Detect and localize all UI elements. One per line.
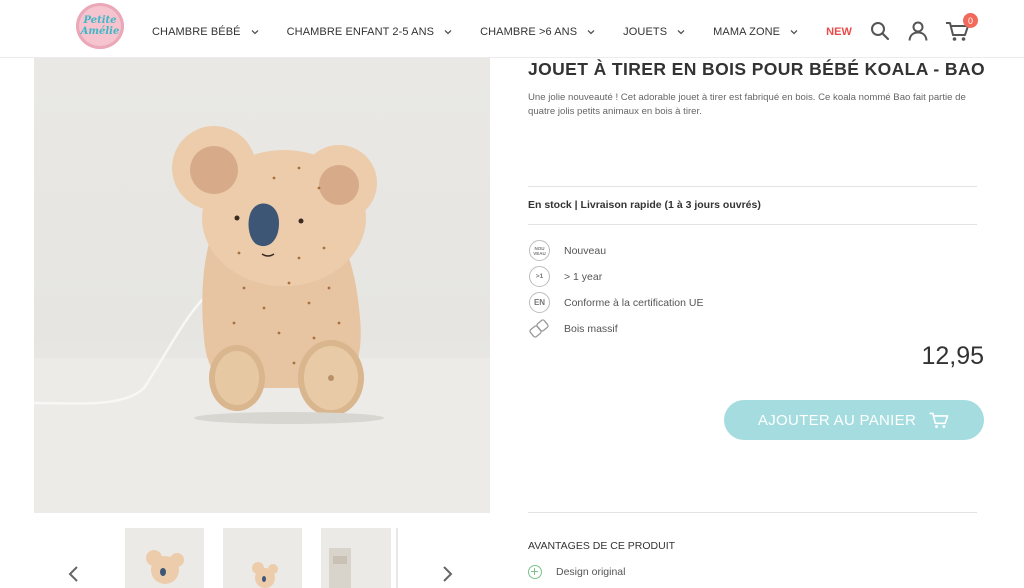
site-header: Petite Amélie CHAMBRE BÉBÉ CHAMBRE ENFAN… bbox=[0, 0, 1024, 58]
nav-item-new[interactable]: NEW bbox=[826, 26, 852, 38]
thumbnail-shelf-image bbox=[329, 548, 351, 588]
divider bbox=[528, 186, 977, 187]
account-icon[interactable] bbox=[907, 20, 929, 42]
chevron-down-icon bbox=[444, 30, 452, 35]
nav-item-chambre-6-ans[interactable]: CHAMBRE >6 ANS bbox=[480, 26, 596, 38]
cart-icon bbox=[929, 412, 949, 429]
nouveau-badge-icon: NOU VEAU bbox=[529, 240, 550, 261]
feature-label: Conforme à la certification UE bbox=[564, 296, 704, 309]
add-to-cart-label: AJOUTER AU PANIER bbox=[757, 411, 917, 429]
product-main-image[interactable] bbox=[34, 58, 490, 513]
feature-label: Nouveau bbox=[564, 244, 607, 257]
feature-label: > 1 year bbox=[564, 270, 603, 283]
stock-status: En stock | Livraison rapide (1 à 3 jours… bbox=[528, 199, 761, 211]
plus-circle-icon bbox=[528, 565, 542, 579]
product-description: Une jolie nouveauté ! Cet adorable jouet… bbox=[528, 92, 966, 117]
thumbnail-koala-image bbox=[252, 562, 278, 588]
feature-age: >1 > 1 year bbox=[529, 266, 602, 287]
nav-item-chambre-enfant[interactable]: CHAMBRE ENFANT 2-5 ANS bbox=[287, 26, 453, 38]
wood-icon bbox=[529, 319, 549, 338]
main-nav: CHAMBRE BÉBÉ CHAMBRE ENFANT 2-5 ANS CHAM… bbox=[152, 26, 879, 38]
add-to-cart-button[interactable]: AJOUTER AU PANIER bbox=[724, 400, 984, 440]
thumbnail-divider bbox=[396, 528, 398, 588]
nav-item-label: NEW bbox=[826, 26, 853, 38]
brand-logo[interactable]: Petite Amélie bbox=[76, 3, 124, 49]
nav-item-label: CHAMBRE ENFANT 2-5 ANS bbox=[286, 26, 435, 38]
feature-nouveau: NOU VEAU Nouveau bbox=[529, 240, 606, 261]
nav-item-label: MAMA ZONE bbox=[713, 26, 781, 38]
advantage-label: Design original bbox=[556, 566, 626, 578]
koala-toy-illustration bbox=[34, 126, 490, 513]
feature-bois-massif: Bois massif bbox=[529, 318, 618, 339]
chevron-left-icon[interactable] bbox=[66, 564, 82, 584]
chevron-down-icon bbox=[251, 30, 259, 35]
thumbnail-strip bbox=[34, 520, 490, 588]
product-title: JOUET À TIRER EN BOIS POUR BÉBÉ KOALA - … bbox=[528, 59, 985, 79]
chevron-right-icon[interactable] bbox=[439, 564, 455, 584]
nav-item-label: CHAMBRE BÉBÉ bbox=[152, 26, 241, 38]
divider bbox=[528, 512, 977, 513]
chevron-down-icon bbox=[677, 30, 685, 35]
thumbnail-3[interactable] bbox=[321, 528, 391, 588]
en-certification-icon: EN bbox=[529, 292, 550, 313]
product-price: 12,95 bbox=[921, 342, 984, 370]
advantages-title: AVANTAGES DE CE PRODUIT bbox=[528, 540, 676, 552]
feature-label: Bois massif bbox=[564, 322, 618, 335]
age-badge-icon: >1 bbox=[529, 266, 550, 287]
thumbnail-2[interactable] bbox=[223, 528, 302, 588]
chevron-down-icon bbox=[587, 30, 595, 35]
feature-icon-text: EN bbox=[533, 298, 546, 307]
nav-item-label: JOUETS bbox=[623, 26, 668, 38]
search-icon[interactable] bbox=[869, 20, 891, 42]
logo-line-2: Amélie bbox=[80, 26, 120, 37]
nav-item-chambre-bebe[interactable]: CHAMBRE BÉBÉ bbox=[152, 26, 260, 38]
logo-line-1: Petite bbox=[83, 15, 117, 26]
chevron-down-icon bbox=[790, 30, 798, 35]
nav-item-label: CHAMBRE >6 ANS bbox=[480, 26, 578, 38]
nav-item-jouets[interactable]: JOUETS bbox=[623, 26, 686, 38]
nav-item-mama-zone[interactable]: MAMA ZONE bbox=[713, 26, 799, 38]
feature-certification: EN Conforme à la certification UE bbox=[529, 292, 703, 313]
thumbnail-1[interactable] bbox=[125, 528, 204, 588]
feature-icon-text: NOU VEAU bbox=[533, 245, 546, 256]
thumbnail-koala-image bbox=[146, 550, 184, 584]
feature-icon-text: >1 bbox=[535, 273, 544, 280]
cart-count-badge: 0 bbox=[963, 13, 978, 28]
advantage-item[interactable]: Design original bbox=[528, 565, 625, 579]
divider bbox=[528, 224, 977, 225]
